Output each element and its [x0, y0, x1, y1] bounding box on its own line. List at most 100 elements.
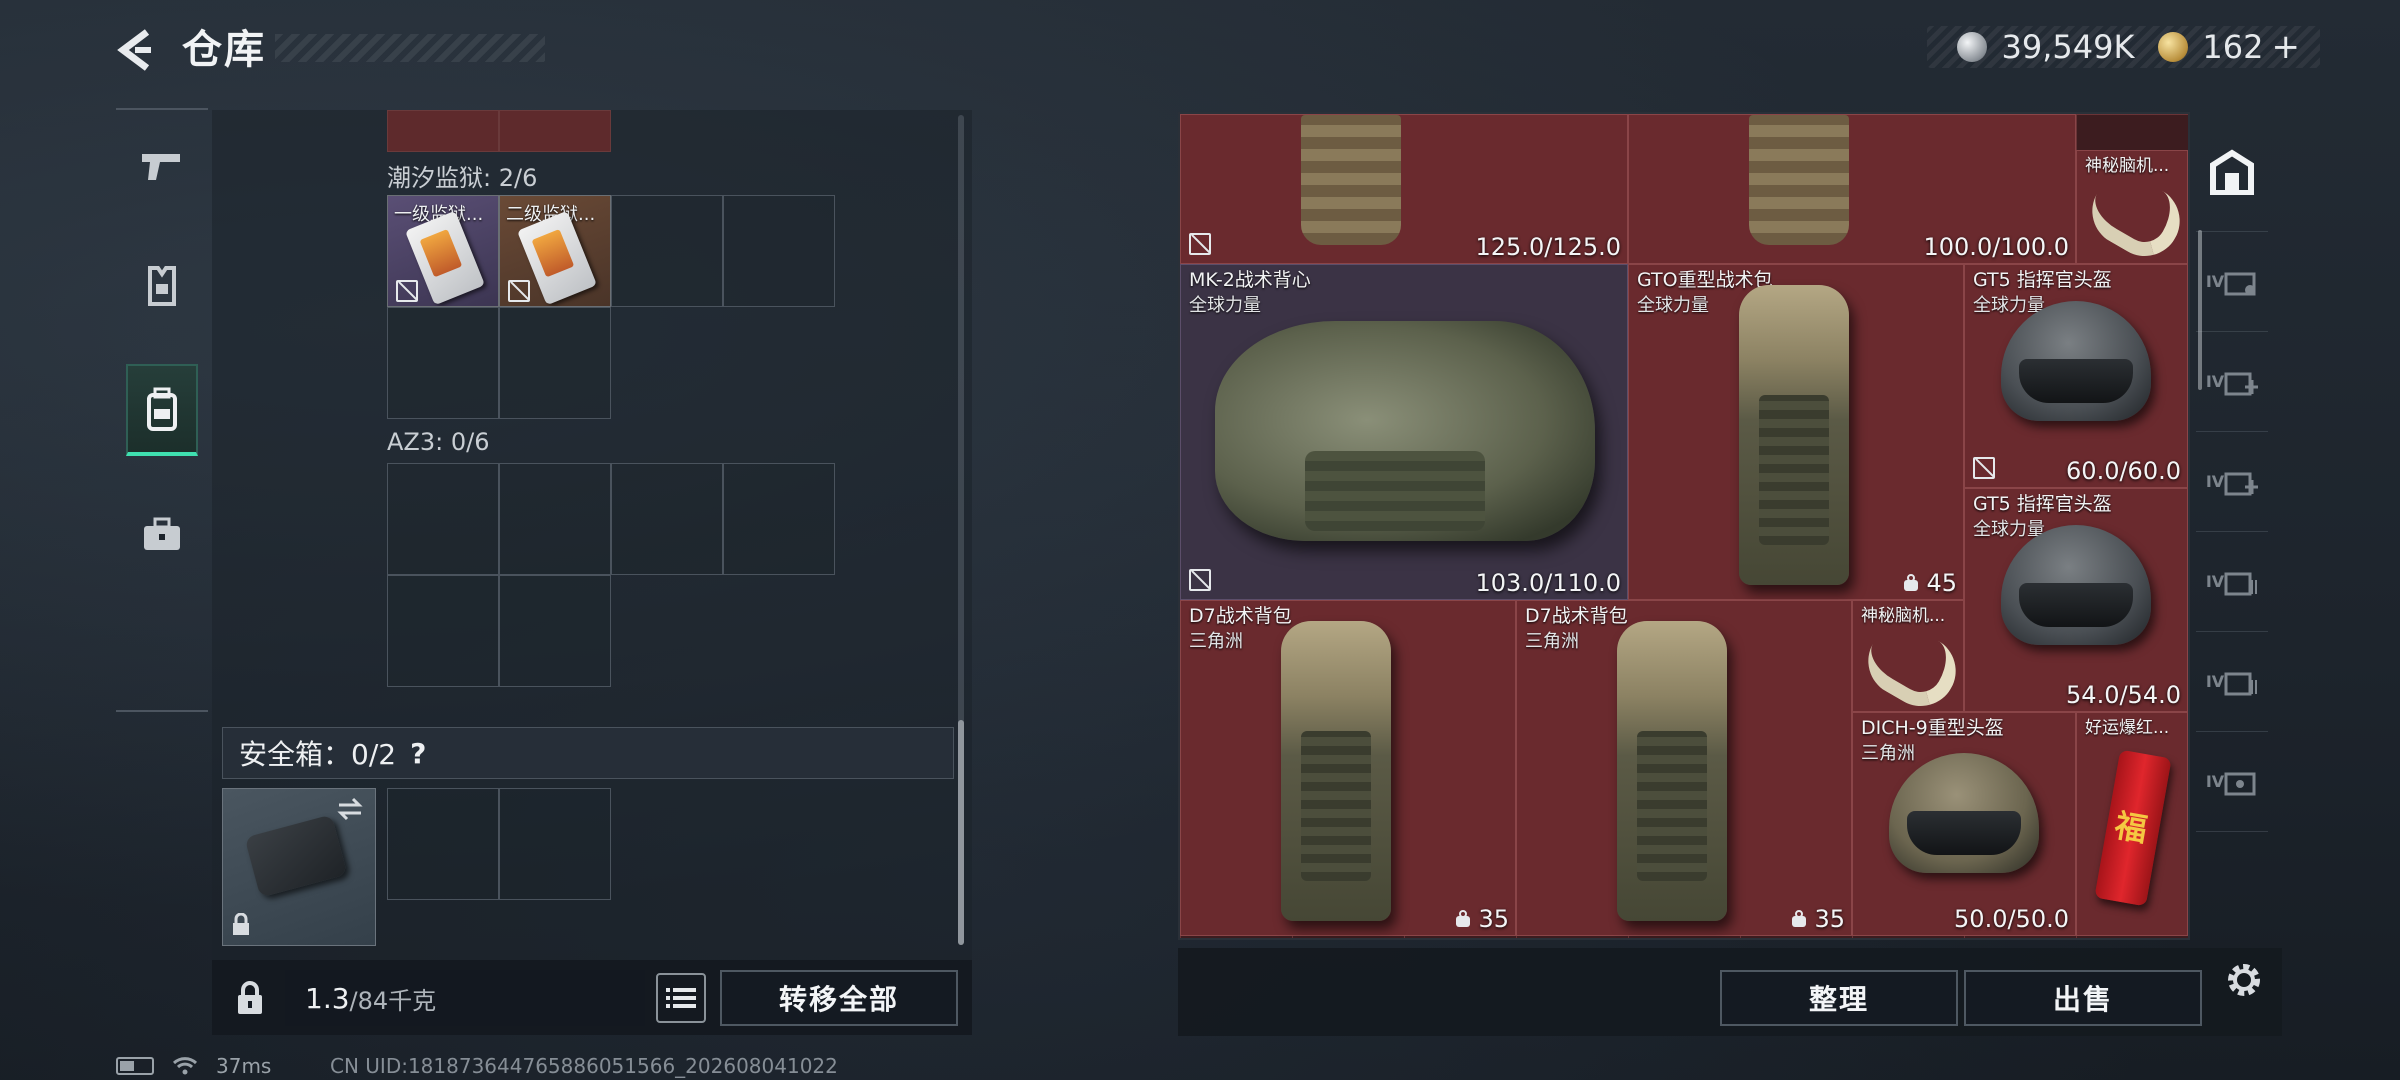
- item-capacity-value: 35: [1478, 905, 1509, 933]
- armor-vest-icon: [148, 266, 176, 306]
- list-view-button[interactable]: [656, 973, 706, 1023]
- back-button[interactable]: [110, 22, 160, 78]
- safe-box-item[interactable]: [222, 788, 376, 946]
- section-label-prison: 潮汐监狱: 2/6: [387, 164, 538, 192]
- stash-tab-iv-6[interactable]: IV: [2196, 732, 2268, 832]
- tab-level-label: IV: [2205, 372, 2225, 391]
- grid-cell[interactable]: [499, 575, 611, 687]
- weight-icon: [1904, 574, 1919, 591]
- item-art: [1281, 621, 1391, 921]
- stash-item-gt5-helmet[interactable]: GT5 指挥官头盔 全球力量 54.0/54.0: [1964, 488, 2188, 712]
- item-art: [1889, 753, 2039, 873]
- stash-item-mk2-vest[interactable]: MK-2战术背心 全球力量 103.0/110.0: [1180, 264, 1628, 600]
- grid-gap: [723, 307, 835, 419]
- stash-item-brain-chip[interactable]: 神秘脑机...: [2076, 150, 2188, 269]
- folder-list-icon: [2224, 672, 2258, 695]
- lock-button[interactable]: [222, 970, 278, 1026]
- grid-cell[interactable]: [387, 788, 499, 900]
- stash-item-d7-backpack[interactable]: D7战术背包 三角洲 35: [1516, 600, 1852, 936]
- pistol-icon: [142, 154, 180, 180]
- not-sellable-icon: [1189, 569, 1211, 591]
- sort-button[interactable]: 整理: [1720, 970, 1958, 1026]
- stash-item-brain-chip[interactable]: 神秘脑机...: [1852, 600, 1969, 719]
- safe-device-art: [244, 814, 348, 898]
- folder-add-icon: [2224, 472, 2259, 495]
- item-name: 神秘脑机...: [2085, 156, 2170, 176]
- rail-briefcase[interactable]: [126, 488, 198, 580]
- page-title: 仓库: [182, 27, 266, 73]
- item-capacity: 35: [1454, 905, 1509, 933]
- folder-add-icon: [2224, 372, 2259, 395]
- stash-grid: 125.0/125.0 100.0/100.0 神秘脑机... MK-2战术背心…: [1178, 112, 2190, 940]
- grid-cell[interactable]: [611, 195, 723, 307]
- grid-cell[interactable]: [387, 307, 499, 419]
- stash-item-vest-partial[interactable]: 125.0/125.0: [1180, 114, 1628, 264]
- item-faction: 三角洲: [1189, 631, 1243, 652]
- stash-item-vest-partial[interactable]: 100.0/100.0: [1628, 114, 2076, 264]
- grid-cell[interactable]: [499, 307, 611, 419]
- grid-cell[interactable]: [723, 463, 835, 575]
- item-capacity: 45: [1902, 569, 1957, 597]
- item-capacity-value: 35: [1814, 905, 1845, 933]
- stash-tab-home[interactable]: [2196, 112, 2268, 232]
- item-art: [1617, 621, 1727, 921]
- stash-tab-iv-5[interactable]: IV: [2196, 632, 2268, 732]
- grid-cell[interactable]: [723, 195, 835, 307]
- grid-cell[interactable]: [387, 575, 499, 687]
- stash-tab-iv-1[interactable]: IV: [2196, 232, 2268, 332]
- item-name: GT5 指挥官头盔: [1973, 269, 2112, 291]
- settings-button[interactable]: [2216, 952, 2272, 1008]
- rail-weapon[interactable]: [126, 120, 198, 212]
- stash-item-firecracker[interactable]: 好运爆红...: [2076, 712, 2188, 936]
- stash-item-d7-backpack[interactable]: D7战术背包 三角洲 35: [1180, 600, 1516, 936]
- partial-item[interactable]: [387, 110, 499, 152]
- grid-cell[interactable]: [387, 463, 499, 575]
- grid-cell[interactable]: [499, 788, 611, 900]
- weight-value: 1.3: [305, 981, 350, 1015]
- category-rail: [116, 108, 208, 712]
- container-scroll-thumb[interactable]: [958, 720, 964, 945]
- item-art: [1215, 321, 1595, 541]
- item-durability: 103.0/110.0: [1475, 569, 1622, 597]
- stash-tab-iv-2[interactable]: IV: [2196, 332, 2268, 432]
- ping-value: 37ms: [216, 1054, 272, 1078]
- tab-level-label: IV: [2205, 572, 2225, 591]
- stash-tabs: IV IV IV IV IV IV: [2196, 112, 2268, 940]
- grid-cell[interactable]: [499, 463, 611, 575]
- swap-icon[interactable]: [335, 797, 365, 821]
- item-faction: 三角洲: [1861, 743, 1915, 764]
- item-art: [2001, 525, 2151, 645]
- item-name: D7战术背包: [1189, 605, 1292, 627]
- silver-balance: 39,549K: [2001, 28, 2135, 66]
- stash-item-gto-backpack[interactable]: GTO重型战术包 全球力量 45: [1628, 264, 1964, 600]
- item-capacity: 35: [1790, 905, 1845, 933]
- not-sellable-icon: [508, 280, 530, 302]
- item-faction: 三角洲: [1525, 631, 1579, 652]
- partial-item[interactable]: [499, 110, 611, 152]
- rail-armor[interactable]: [126, 240, 198, 332]
- item-durability: 54.0/54.0: [2066, 681, 2181, 709]
- stash-item-gt5-helmet[interactable]: GT5 指挥官头盔 全球力量 60.0/60.0: [1964, 264, 2188, 488]
- stash-tabs-scrollbar[interactable]: [2198, 230, 2202, 390]
- item-name: MK-2战术背心: [1189, 269, 1311, 291]
- wifi-icon: [172, 1057, 198, 1075]
- item-keycard-1[interactable]: 一级监狱...: [387, 195, 499, 307]
- rail-backpack[interactable]: [126, 364, 198, 456]
- grid-cell[interactable]: [611, 463, 723, 575]
- add-currency-button[interactable]: +: [2272, 27, 2301, 67]
- user-uid: CN UID:18187364476588605156​6_2026080410…: [330, 1054, 838, 1078]
- sell-button[interactable]: 出售: [1964, 970, 2202, 1026]
- stash-tab-iv-4[interactable]: IV: [2196, 532, 2268, 632]
- tab-level-label: IV: [2205, 672, 2225, 691]
- transfer-all-button[interactable]: 转移全部: [720, 970, 958, 1026]
- stash-item-dich9-helmet[interactable]: DICH-9重型头盔 三角洲 50.0/50.0: [1852, 712, 2076, 936]
- weight-icon: [1456, 910, 1471, 927]
- tab-level-label: IV: [2205, 472, 2225, 491]
- folder-cash-icon: [2224, 772, 2256, 795]
- stash-tab-iv-3[interactable]: IV: [2196, 432, 2268, 532]
- item-keycard-2[interactable]: 二级监狱...: [499, 195, 611, 307]
- section-label-az3: AZ3: 0/6: [387, 428, 490, 456]
- help-icon[interactable]: ?: [410, 737, 426, 770]
- item-art: [2001, 301, 2151, 421]
- device-status: 37ms: [116, 1054, 271, 1078]
